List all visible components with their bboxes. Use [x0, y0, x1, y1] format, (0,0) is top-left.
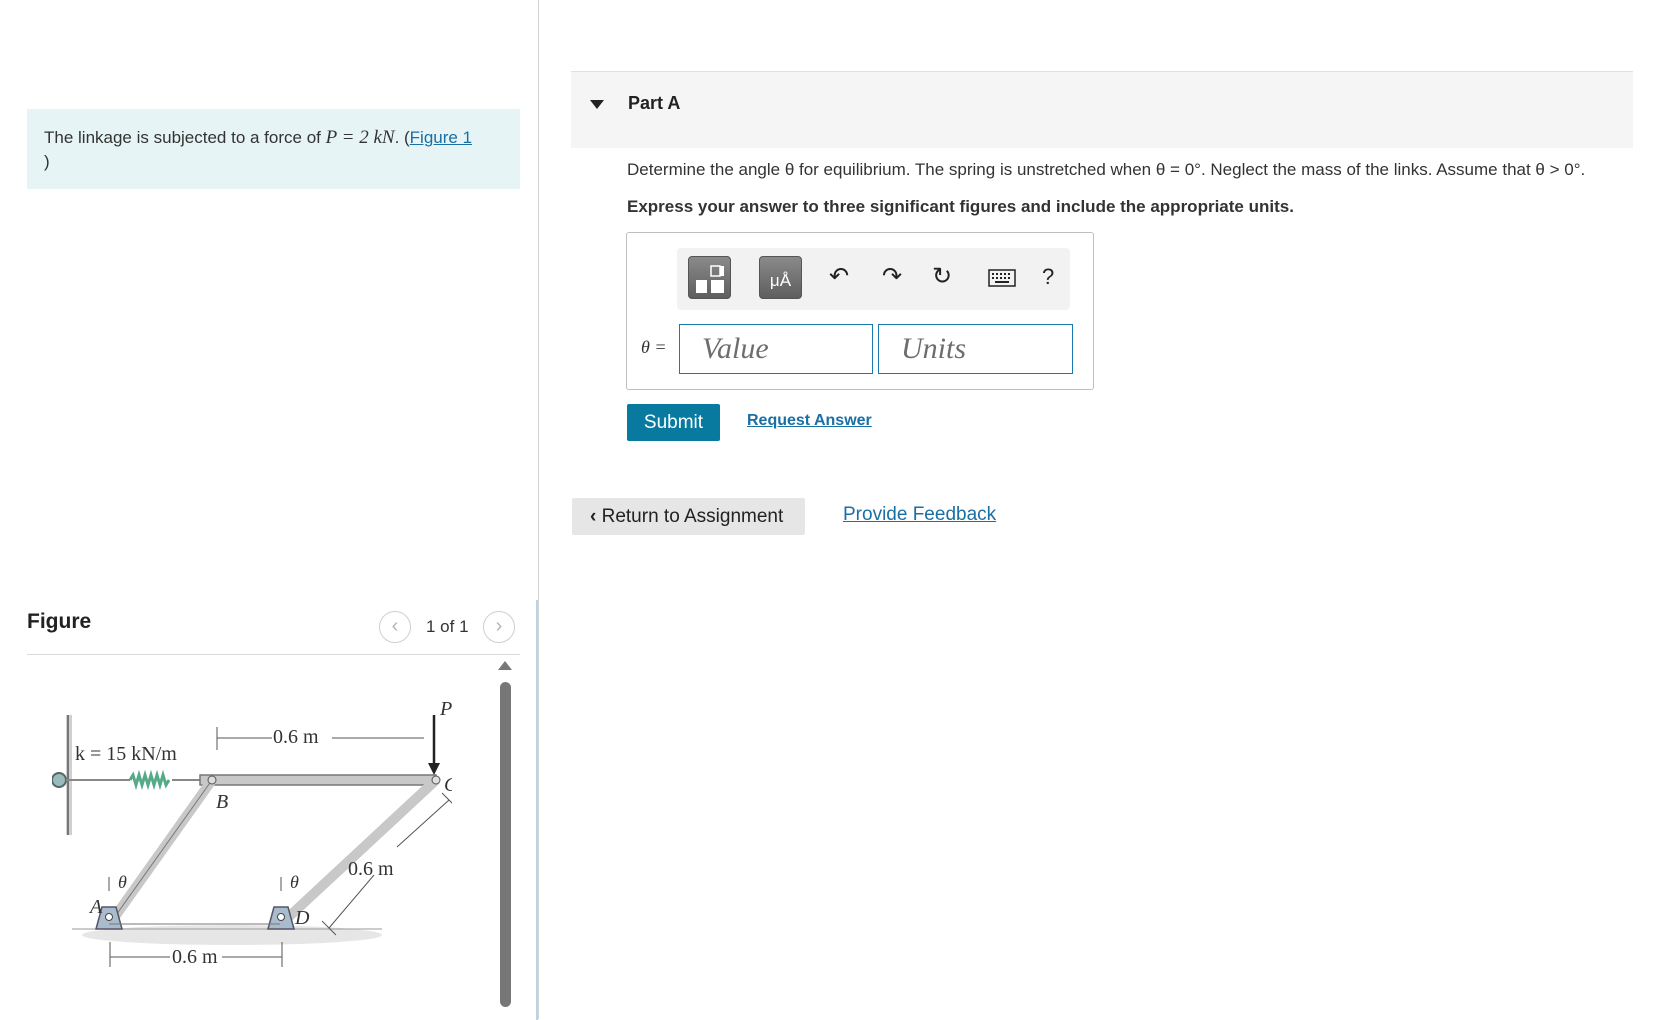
return-to-assignment-button[interactable]: ‹ Return to Assignment — [572, 498, 805, 535]
linkage-figure: k = 15 kN/m 0.6 m P A B C D θ θ 0.6 m 0.… — [52, 698, 452, 968]
figure-link[interactable]: Figure 1 — [410, 128, 472, 147]
math-toolbar: μÅ ↶ ↷ ↻ ? — [677, 248, 1070, 310]
undo-icon[interactable]: ↶ — [829, 262, 849, 292]
point-d-label: D — [294, 907, 310, 929]
chevron-left-icon[interactable]: ‹ — [379, 611, 411, 643]
problem-math: P = 2 kN — [325, 127, 395, 148]
problem-statement: The linkage is subjected to a force of P… — [27, 109, 520, 189]
chevron-left-icon: ‹ — [590, 505, 602, 527]
problem-text-after: . ( — [394, 128, 410, 147]
units-input[interactable] — [878, 324, 1073, 374]
figure-divider — [27, 654, 520, 655]
templates-icon[interactable] — [688, 256, 731, 299]
units-button[interactable]: μÅ — [759, 256, 802, 299]
spring-label: k = 15 kN/m — [75, 743, 177, 765]
answer-box: μÅ ↶ ↷ ↻ ? θ = — [626, 232, 1094, 390]
theta-label-d: θ — [290, 872, 299, 892]
question-text: Determine the angle θ for equilibrium. T… — [627, 160, 1586, 179]
part-header[interactable]: Part A — [571, 71, 1633, 148]
return-label: Return to Assignment — [601, 505, 784, 527]
scroll-up-arrow[interactable] — [498, 661, 512, 670]
variable-label: θ = — [641, 337, 667, 357]
force-label: P — [439, 698, 452, 720]
left-pane: The linkage is subjected to a force of P… — [0, 0, 538, 1019]
instruction-text: Express your answer to three significant… — [627, 197, 1294, 216]
point-a-label: A — [88, 896, 103, 918]
problem-closing: ) — [44, 152, 50, 171]
figure-heading: Figure — [27, 610, 92, 633]
problem-text: The linkage is subjected to a force of — [44, 128, 326, 147]
provide-feedback-link[interactable]: Provide Feedback — [843, 504, 996, 526]
figure-counter: 1 of 1 — [426, 617, 469, 636]
chevron-right-icon[interactable]: › — [483, 611, 515, 643]
caret-down-icon[interactable] — [590, 100, 604, 109]
help-button[interactable]: ? — [1042, 262, 1054, 292]
submit-button[interactable]: Submit — [627, 404, 720, 441]
scrollbar-thumb[interactable] — [500, 682, 511, 1007]
part-title: Part A — [628, 93, 681, 113]
redo-icon[interactable]: ↷ — [882, 262, 902, 292]
value-input[interactable] — [679, 324, 873, 374]
top-length-label: 0.6 m — [273, 726, 319, 748]
request-answer-link[interactable]: Request Answer — [747, 412, 872, 430]
theta-label-a: θ — [118, 872, 127, 892]
point-b-label: B — [216, 791, 228, 813]
pane-divider — [538, 0, 539, 1019]
point-c-label: C — [444, 774, 452, 796]
bottom-length-label: 0.6 m — [172, 946, 218, 968]
pane-divider-accent — [536, 600, 538, 1020]
reset-icon[interactable]: ↻ — [932, 262, 952, 292]
keyboard-icon[interactable] — [988, 265, 1016, 295]
link-length-label: 0.6 m — [348, 858, 394, 880]
